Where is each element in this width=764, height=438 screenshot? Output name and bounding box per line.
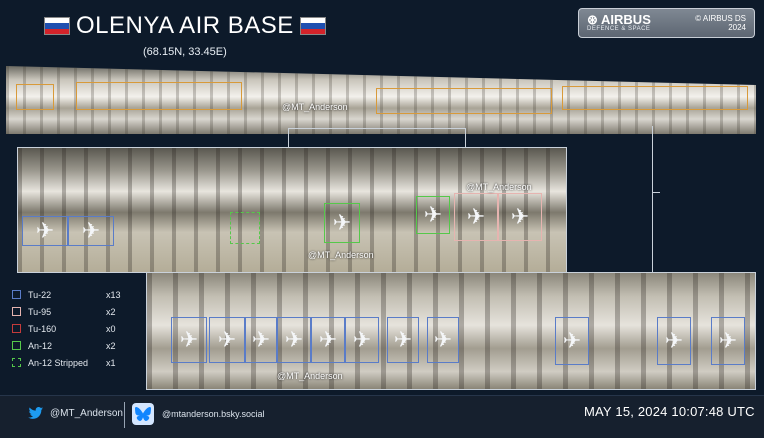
aircraft-icon: ✈: [664, 328, 684, 353]
tu22-box: ✈: [209, 317, 245, 363]
tu22-box: ✈: [427, 317, 459, 363]
watermark-bottom: @MT_Anderson: [277, 371, 343, 381]
twitter-handle[interactable]: @MT_Anderson: [28, 407, 123, 420]
footer-divider: [124, 402, 125, 428]
capture-timestamp: MAY 15, 2024 10:07:48 UTC: [584, 404, 755, 419]
airbus-subtitle: DEFENCE & SPACE: [587, 26, 651, 32]
overview-box: [376, 88, 552, 114]
overview-satellite-strip: @MT_Anderson: [6, 66, 756, 134]
aircraft-icon: ✈: [35, 218, 55, 243]
watermark-middle-b: @MT_Anderson: [308, 250, 374, 260]
legend-swatch: [12, 341, 21, 350]
legend-swatch: [12, 307, 21, 316]
zoom-connector: [652, 126, 661, 272]
aircraft-icon: ✈: [352, 327, 372, 352]
aircraft-icon: ✈: [179, 327, 199, 352]
aircraft-icon: ✈: [251, 327, 271, 352]
title-block: OLENYA AIR BASE: [44, 12, 326, 40]
aircraft-icon: ✈: [510, 204, 530, 229]
zoom-connector: [652, 192, 660, 194]
airbus-copyright: © AIRBUS DS: [695, 14, 746, 23]
legend-item: Tu-95 x2: [12, 303, 121, 320]
legend-item: Tu-160 x0: [12, 320, 121, 337]
airbus-logo-icon: ⊛: [587, 12, 602, 27]
legend-item: An-12 x2: [12, 337, 121, 354]
bluesky-handle[interactable]: @mtanderson.bsky.social: [132, 403, 265, 425]
russia-flag-icon: [299, 17, 326, 35]
overview-box: [76, 82, 242, 110]
aircraft-icon: ✈: [318, 327, 338, 352]
legend-item: Tu-22 x13: [12, 286, 121, 303]
watermark-top: @MT_Anderson: [282, 102, 348, 112]
aircraft-icon: ✈: [393, 327, 413, 352]
legend: Tu-22 x13 Tu-95 x2 Tu-160 x0 An-12 x2 An…: [12, 286, 121, 371]
bluesky-butterfly-icon: [132, 403, 154, 425]
legend-item: An-12 Stripped x1: [12, 354, 121, 371]
tu22-box: ✈: [245, 317, 277, 363]
aircraft-icon: ✈: [284, 327, 304, 352]
airbus-year: 2024: [728, 23, 746, 32]
tu22-box: ✈: [22, 216, 68, 246]
zoom-connector: [288, 128, 466, 148]
tu22-box: ✈: [171, 317, 207, 363]
bottom-satellite-panel: ✈ ✈ ✈ ✈ ✈ ✈ ✈ ✈ ✈ ✈ ✈ @MT_Anderson: [146, 272, 756, 390]
an12-stripped-box: [230, 212, 260, 244]
tu22-box: ✈: [68, 216, 114, 246]
coordinates-label: (68.15N, 33.45E): [143, 46, 227, 58]
an12-box: ✈: [416, 196, 450, 234]
an12-box: ✈: [324, 203, 360, 243]
tu22-box: ✈: [711, 317, 745, 365]
tu22-box: ✈: [657, 317, 691, 365]
aircraft-icon: ✈: [423, 202, 443, 227]
page-title: OLENYA AIR BASE: [76, 12, 294, 39]
watermark-middle-a: @MT_Anderson: [466, 182, 532, 192]
aircraft-icon: ✈: [217, 327, 237, 352]
legend-swatch: [12, 358, 21, 367]
tu22-box: ✈: [277, 317, 311, 363]
legend-swatch: [12, 324, 21, 333]
tu22-box: ✈: [311, 317, 345, 363]
aircraft-icon: ✈: [562, 328, 582, 353]
aircraft-icon: ✈: [81, 218, 101, 243]
airbus-badge: ⊛ AIRBUS DEFENCE & SPACE © AIRBUS DS 202…: [578, 8, 755, 38]
middle-satellite-panel: ✈ ✈ ✈ ✈ ✈ ✈ @MT_Anderson @MT_Anderson: [17, 147, 567, 273]
tu22-box: ✈: [387, 317, 419, 363]
aircraft-icon: ✈: [433, 327, 453, 352]
tu22-box: ✈: [555, 317, 589, 365]
aircraft-icon: ✈: [332, 210, 352, 235]
overview-box: [562, 86, 748, 110]
legend-swatch: [12, 290, 21, 299]
aircraft-icon: ✈: [466, 204, 486, 229]
tu95-box: ✈: [454, 193, 498, 241]
twitter-bird-icon: [28, 407, 44, 419]
airbus-logo: ⊛ AIRBUS: [587, 12, 651, 27]
aircraft-icon: ✈: [718, 328, 738, 353]
tu22-box: ✈: [345, 317, 379, 363]
russia-flag-icon: [44, 17, 70, 35]
overview-box: [16, 84, 54, 110]
tu95-box: ✈: [498, 193, 542, 241]
